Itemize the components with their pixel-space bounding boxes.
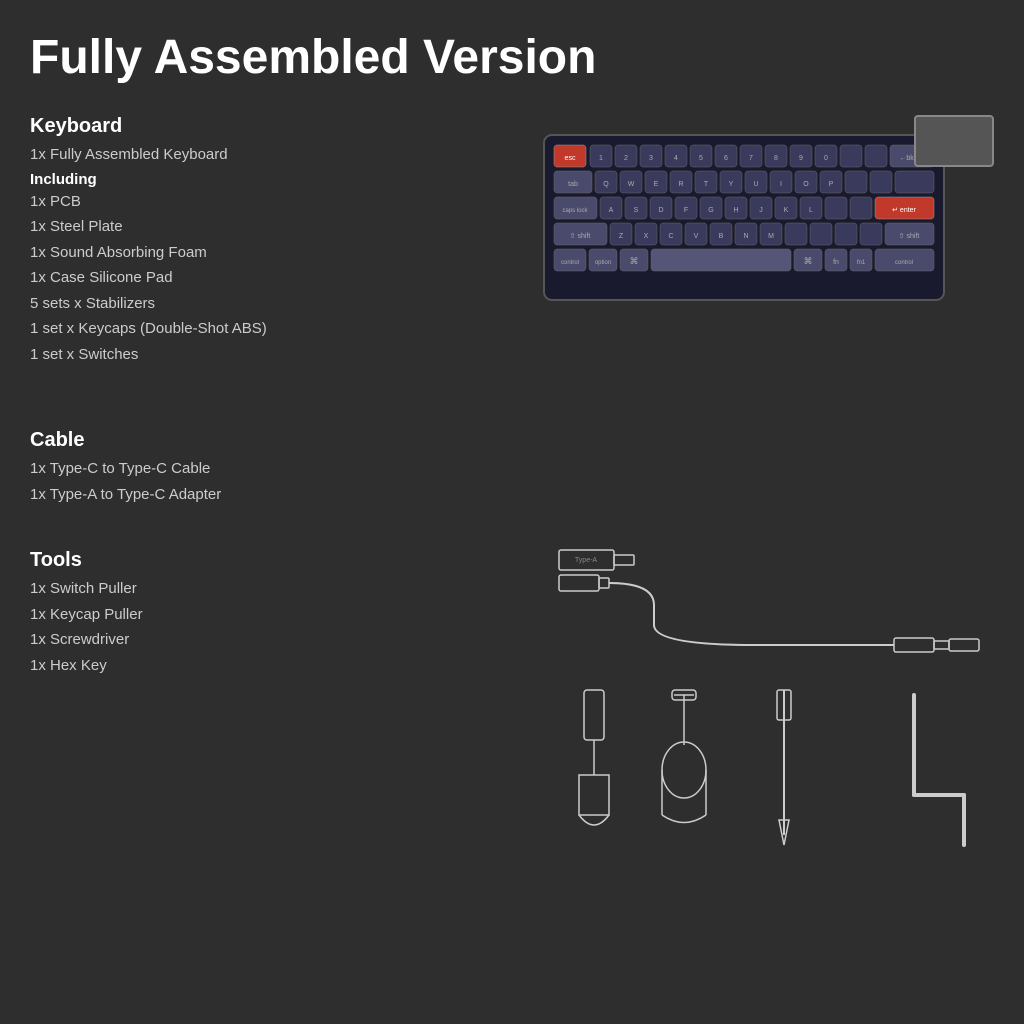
svg-text:⇧ shift: ⇧ shift [899,232,920,240]
tools-item-2: 1x Screwdriver [30,629,514,652]
including-item-1: 1x Steel Plate [30,216,514,239]
svg-text:⌘: ⌘ [804,256,813,266]
svg-text:2: 2 [624,155,628,162]
svg-text:Y: Y [729,181,734,188]
tools-svg [554,685,994,865]
svg-text:6: 6 [724,155,728,162]
including-label: Including [30,171,514,188]
including-item-0: 1x PCB [30,191,514,214]
including-item-2: 1x Sound Absorbing Foam [30,242,514,265]
svg-text:control: control [895,260,913,266]
content-area: Keyboard 1x Fully Assembled Keyboard Inc… [30,115,994,680]
svg-text:F: F [684,207,688,214]
svg-text:I: I [780,181,782,188]
svg-text:caps lock: caps lock [562,208,588,214]
svg-text:fn1: fn1 [857,260,866,266]
svg-text:U: U [753,181,758,188]
svg-text:S: S [634,207,639,214]
including-item-4: 5 sets x Stabilizers [30,293,514,316]
svg-text:J: J [759,207,763,214]
svg-text:M: M [768,233,774,240]
svg-text:V: V [694,233,699,240]
cable-item-1: 1x Type-A to Type-C Adapter [30,484,514,507]
svg-text:D: D [658,207,663,214]
svg-text:A: A [609,207,614,214]
left-column: Keyboard 1x Fully Assembled Keyboard Inc… [30,115,534,680]
tools-illustration [554,685,994,870]
svg-text:T: T [704,181,709,188]
svg-text:fn: fn [833,259,839,266]
svg-text:Z: Z [619,233,624,240]
svg-text:G: G [708,207,713,214]
svg-text:B: B [719,233,724,240]
keycap-sample [914,115,994,167]
cable-item-0: 1x Type-C to Type-C Cable [30,458,514,481]
svg-text:7: 7 [749,155,753,162]
main-container: Fully Assembled Version Keyboard 1x Full… [0,0,1024,1024]
svg-text:L: L [809,207,813,214]
svg-text:Type-A: Type-A [575,557,598,564]
svg-text:⌘: ⌘ [630,256,639,266]
svg-text:W: W [628,181,635,188]
svg-text:C: C [668,233,673,240]
svg-text:0: 0 [824,155,828,162]
tools-item-1: 1x Keycap Puller [30,604,514,627]
svg-text:8: 8 [774,155,778,162]
page-title: Fully Assembled Version [30,30,994,85]
keyboard-item-0: 1x Fully Assembled Keyboard [30,144,514,167]
svg-text:↵ enter: ↵ enter [892,207,916,214]
keyboard-svg: esc 1 2 3 4 5 6 7 8 [534,125,964,315]
svg-text:tab: tab [568,181,578,188]
including-item-6: 1 set x Switches [30,344,514,367]
svg-text:H: H [733,207,738,214]
svg-text:4: 4 [674,155,678,162]
right-column: esc 1 2 3 4 5 6 7 8 [534,115,994,680]
svg-text:5: 5 [699,155,703,162]
svg-text:1: 1 [599,155,603,162]
cable-illustration: Type-A [554,545,994,680]
svg-text:9: 9 [799,155,803,162]
cable-section-title: Cable [30,429,514,452]
svg-text:Q: Q [603,181,609,188]
including-item-5: 1 set x Keycaps (Double-Shot ABS) [30,318,514,341]
svg-text:3: 3 [649,155,653,162]
keyboard-section-title: Keyboard [30,115,514,138]
cable-svg: Type-A [554,545,994,675]
svg-text:E: E [654,181,659,188]
svg-text:⇧ shift: ⇧ shift [570,232,591,240]
svg-text:P: P [829,181,834,188]
svg-text:K: K [784,207,789,214]
svg-text:option: option [595,260,611,266]
tools-section-title: Tools [30,549,514,572]
svg-text:R: R [678,181,683,188]
tools-item-0: 1x Switch Puller [30,578,514,601]
including-item-3: 1x Case Silicone Pad [30,267,514,290]
svg-text:X: X [644,233,649,240]
tools-item-3: 1x Hex Key [30,655,514,678]
svg-text:esc: esc [565,155,576,162]
svg-text:O: O [803,181,809,188]
svg-text:control: control [561,260,579,266]
svg-text:N: N [743,233,748,240]
